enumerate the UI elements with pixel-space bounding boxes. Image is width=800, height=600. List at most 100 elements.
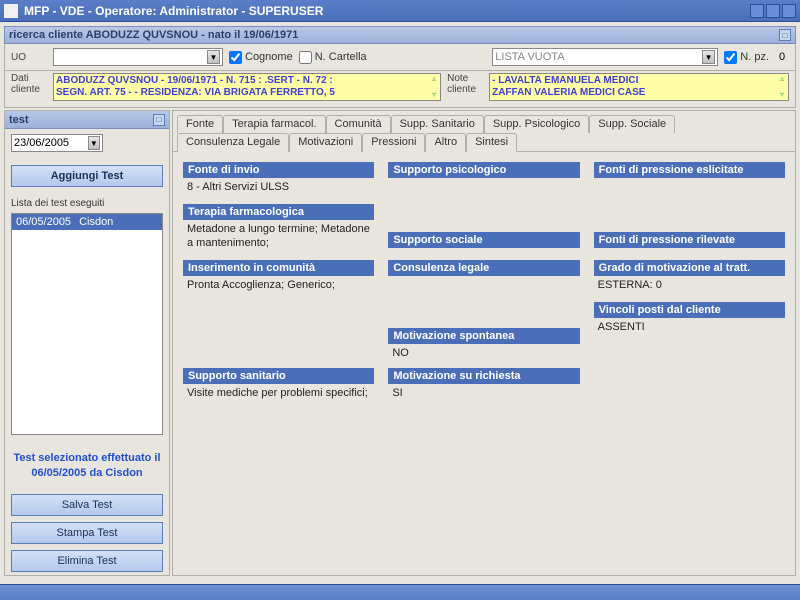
search-title: ricerca cliente ABODUZZ QUVSNOU - nato i…: [9, 29, 298, 41]
dati-label: Dati cliente: [11, 73, 47, 95]
sociale-header: Supporto sociale: [388, 232, 579, 248]
note-line1: - LAVALTA EMANUELA MEDICI: [492, 75, 774, 87]
block-comunita: Inserimento in comunità Pronta Accoglien…: [183, 260, 374, 292]
date-row: ▼: [5, 129, 169, 162]
chevron-up-icon: ▵: [429, 74, 439, 84]
ncartella-label: N. Cartella: [315, 51, 367, 63]
search-titlebar: ricerca cliente ABODUZZ QUVSNOU - nato i…: [4, 26, 796, 44]
press-esl-value: [594, 178, 785, 180]
delete-test-button[interactable]: Elimina Test: [11, 550, 163, 572]
lista-combo[interactable]: ▼: [492, 48, 718, 66]
scroll-icons[interactable]: ▵▿: [777, 74, 787, 100]
dati-line2: SEGN. ART. 75 - - RESIDENZA: VIA BRIGATA…: [56, 87, 426, 99]
search-close-icon[interactable]: □: [779, 29, 791, 41]
cognome-checkbox[interactable]: Cognome: [229, 51, 293, 64]
chevron-down-icon[interactable]: ▼: [702, 50, 715, 64]
statusbar: [0, 584, 800, 600]
tab-sanitario[interactable]: Supp. Sanitario: [391, 115, 484, 133]
psico-header: Supporto psicologico: [388, 162, 579, 178]
tab-sintesi[interactable]: Sintesi: [466, 133, 517, 152]
sidebar: test □ ▼ Aggiungi Test Lista dei test es…: [4, 110, 170, 576]
sidebar-close-icon[interactable]: □: [153, 114, 165, 126]
test-name: Cisdon: [79, 216, 113, 228]
print-test-button[interactable]: Stampa Test: [11, 522, 163, 544]
tab-altro[interactable]: Altro: [425, 133, 466, 152]
chevron-down-icon[interactable]: ▼: [207, 50, 220, 64]
fonte-value: 8 - Altri Servizi ULSS: [183, 178, 374, 194]
content-area: Fonte Terapia farmacol. Comunità Supp. S…: [172, 110, 796, 576]
psico-value: [388, 178, 579, 180]
lista-input[interactable]: [495, 51, 702, 63]
motivation-stack: Motivazione spontanea NO Motivazione su …: [388, 328, 579, 400]
block-sanitario: Supporto sanitario Visite mediche per pr…: [183, 368, 374, 400]
date-combo[interactable]: ▼: [11, 134, 103, 152]
npz-value: 0: [775, 51, 789, 63]
minimize-button[interactable]: [750, 4, 764, 18]
tab-motivazioni[interactable]: Motivazioni: [289, 133, 362, 152]
terapia-value: Metadone a lungo termine; Metadone a man…: [183, 220, 374, 250]
ncartella-check-input[interactable]: [299, 51, 312, 64]
uo-input[interactable]: [56, 51, 207, 63]
scroll-icons[interactable]: ▵▿: [429, 74, 439, 100]
chevron-up-icon: ▵: [777, 74, 787, 84]
search-panel: ricerca cliente ABODUZZ QUVSNOU - nato i…: [4, 26, 796, 108]
block-press-ril: Fonti di pressione rilevate: [594, 232, 785, 250]
vincoli-value: ASSENTI: [594, 318, 785, 334]
block-vincoli: Vincoli posti dal cliente ASSENTI: [594, 302, 785, 400]
main-area: test □ ▼ Aggiungi Test Lista dei test es…: [4, 110, 796, 576]
test-list-item[interactable]: 06/05/2005 Cisdon: [12, 214, 162, 230]
test-list-label: Lista dei test eseguiti: [5, 190, 169, 213]
synthesis-grid: Fonte di invio 8 - Altri Servizi ULSS Su…: [173, 152, 795, 575]
block-terapia: Terapia farmacologica Metadone a lungo t…: [183, 204, 374, 250]
tab-pressioni[interactable]: Pressioni: [362, 133, 425, 152]
app-title: MFP - VDE - Operatore: Administrator - S…: [24, 4, 750, 18]
legale-value: [388, 276, 579, 278]
npz-label: N. pz.: [740, 51, 769, 63]
comunita-value: Pronta Accoglienza; Generico;: [183, 276, 374, 292]
press-ril-value: [594, 248, 785, 250]
ncartella-checkbox[interactable]: N. Cartella: [299, 51, 367, 64]
date-input[interactable]: [14, 137, 88, 149]
close-button[interactable]: [782, 4, 796, 18]
block-mot-rich: Motivazione su richiesta SI: [388, 368, 579, 400]
dati-cliente-box: ABODUZZ QUVSNOU - 19/06/1971 - N. 715 : …: [53, 73, 441, 101]
tab-psicologico[interactable]: Supp. Psicologico: [484, 115, 589, 133]
main-titlebar: MFP - VDE - Operatore: Administrator - S…: [0, 0, 800, 22]
cognome-label: Cognome: [245, 51, 293, 63]
filter-row-1: UO ▼ Cognome N. Cartella ▼ N. pz. 0: [4, 44, 796, 71]
note-label: Note cliente: [447, 73, 483, 95]
add-test-button[interactable]: Aggiungi Test: [11, 165, 163, 187]
cognome-check-input[interactable]: [229, 51, 242, 64]
tab-fonte[interactable]: Fonte: [177, 115, 223, 133]
test-date: 06/05/2005: [16, 216, 71, 228]
block-legale: Consulenza legale: [388, 260, 579, 292]
legale-header: Consulenza legale: [388, 260, 579, 276]
block-sociale: Supporto sociale: [388, 232, 579, 250]
window-controls: [750, 4, 796, 18]
test-list[interactable]: 06/05/2005 Cisdon: [11, 213, 163, 435]
sanitario-header: Supporto sanitario: [183, 368, 374, 384]
save-test-button[interactable]: Salva Test: [11, 494, 163, 516]
block-mot-spont: Motivazione spontanea NO: [388, 328, 579, 360]
note-line2: ZAFFAN VALERIA MEDICI CASE: [492, 87, 774, 99]
tab-sociale[interactable]: Supp. Sociale: [589, 115, 675, 133]
maximize-button[interactable]: [766, 4, 780, 18]
press-ril-header: Fonti di pressione rilevate: [594, 232, 785, 248]
uo-combo[interactable]: ▼: [53, 48, 223, 66]
press-esl-header: Fonti di pressione eslicitate: [594, 162, 785, 178]
mot-spont-header: Motivazione spontanea: [388, 328, 579, 344]
tab-legale[interactable]: Consulenza Legale: [177, 133, 289, 152]
sociale-value: [388, 248, 579, 250]
mot-rich-value: SI: [388, 384, 579, 400]
npz-checkbox[interactable]: N. pz.: [724, 51, 769, 64]
tab-comunita[interactable]: Comunità: [326, 115, 391, 133]
comunita-header: Inserimento in comunità: [183, 260, 374, 276]
sidebar-header: test □: [5, 111, 169, 129]
block-psico: Supporto psicologico: [388, 162, 579, 194]
chevron-down-icon[interactable]: ▼: [88, 136, 100, 150]
vincoli-header: Vincoli posti dal cliente: [594, 302, 785, 318]
tab-terapia[interactable]: Terapia farmacol.: [223, 115, 325, 133]
block-fonte: Fonte di invio 8 - Altri Servizi ULSS: [183, 162, 374, 194]
npz-check-input[interactable]: [724, 51, 737, 64]
chevron-down-icon: ▿: [429, 90, 439, 100]
